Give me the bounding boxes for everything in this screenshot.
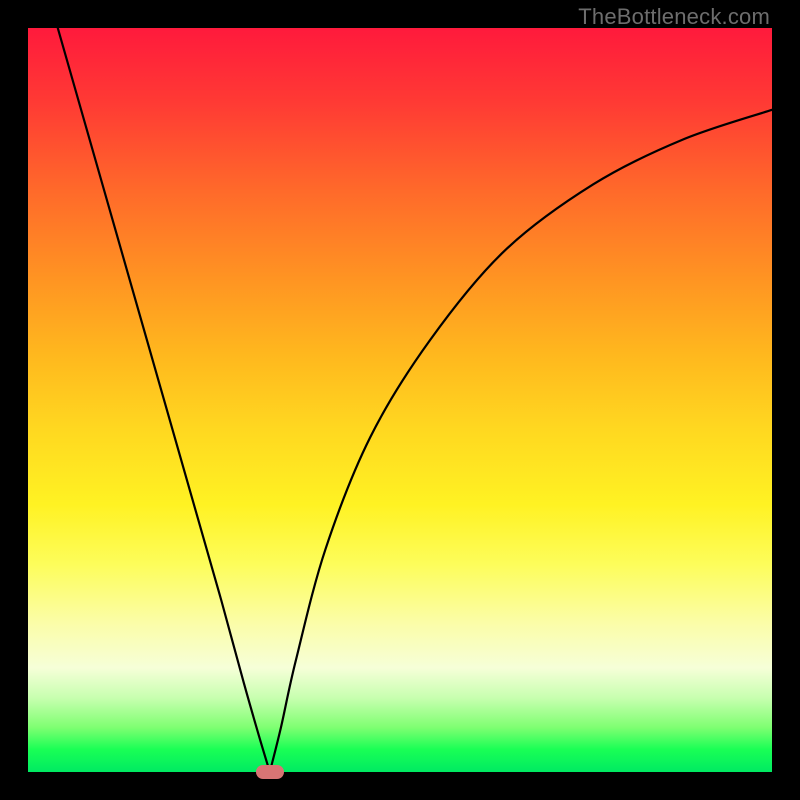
curve-svg (28, 28, 772, 772)
curve-right (270, 110, 772, 772)
plot-area (28, 28, 772, 772)
curve-left (58, 28, 270, 772)
vertex-marker (256, 765, 284, 779)
chart-frame: TheBottleneck.com (0, 0, 800, 800)
watermark-text: TheBottleneck.com (578, 4, 770, 30)
